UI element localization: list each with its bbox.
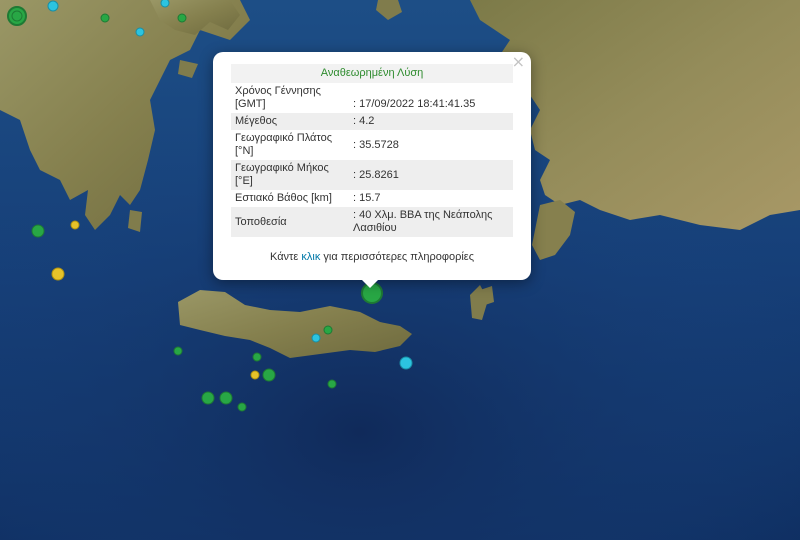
- quake-marker[interactable]: [100, 13, 110, 23]
- magnitude-label: Μέγεθος: [231, 113, 349, 130]
- quake-marker[interactable]: [177, 13, 187, 23]
- origin-time-label: Χρόνος Γέννησης [GMT]: [235, 85, 321, 110]
- close-icon[interactable]: ×: [512, 54, 525, 70]
- quake-marker[interactable]: [311, 333, 321, 343]
- quake-marker[interactable]: [252, 352, 262, 362]
- quake-marker[interactable]: [47, 0, 59, 12]
- quake-marker[interactable]: [70, 220, 80, 230]
- latitude-label: Γεωγραφικό Πλάτος [°N]: [235, 132, 333, 157]
- latitude-value: : 35.5728: [353, 138, 399, 151]
- quake-marker[interactable]: [201, 391, 215, 405]
- longitude-value: : 25.8261: [349, 160, 513, 190]
- popup-tip: [360, 278, 380, 288]
- magnitude-value: : 4.2: [349, 113, 513, 130]
- more-info-link[interactable]: κλικ: [301, 251, 320, 263]
- longitude-label: Γεωγραφικό Μήκος [°E]: [231, 160, 349, 190]
- more-info-suffix: για περισσότερες πληροφορίες: [323, 251, 474, 263]
- earthquake-info-popup: × Αναθεωρημένη Λύση Χρόνος Γέννησης [GMT…: [213, 52, 531, 280]
- location-value: : 40 Χλμ. ΒΒΑ της Νεάπολης Λασιθίου: [349, 207, 513, 237]
- quake-marker[interactable]: [160, 0, 170, 8]
- earthquake-info-table: Αναθεωρημένη Λύση Χρόνος Γέννησης [GMT] …: [231, 64, 513, 237]
- origin-time-value: : 17/09/2022 18:41:41.35: [353, 98, 476, 110]
- more-info-text: Κάντε κλικ για περισσότερες πληροφορίες: [213, 251, 531, 263]
- quake-marker[interactable]: [250, 370, 260, 380]
- quake-marker[interactable]: [31, 224, 45, 238]
- quake-marker[interactable]: [135, 27, 145, 37]
- quake-marker[interactable]: [237, 402, 247, 412]
- quake-marker[interactable]: [323, 325, 333, 335]
- more-info-prefix: Κάντε: [270, 251, 299, 263]
- popup-title: Αναθεωρημένη Λύση: [231, 64, 513, 83]
- quake-marker[interactable]: [262, 368, 276, 382]
- quake-marker[interactable]: [11, 10, 23, 22]
- quake-marker[interactable]: [219, 391, 233, 405]
- location-label: Τοποθεσία: [231, 207, 349, 237]
- quake-marker[interactable]: [327, 379, 337, 389]
- quake-marker[interactable]: [173, 346, 183, 356]
- quake-marker[interactable]: [399, 356, 413, 370]
- depth-label: Εστιακό Βάθος [km]: [235, 192, 332, 204]
- quake-marker[interactable]: [51, 267, 65, 281]
- depth-value: : 15.7: [353, 192, 381, 204]
